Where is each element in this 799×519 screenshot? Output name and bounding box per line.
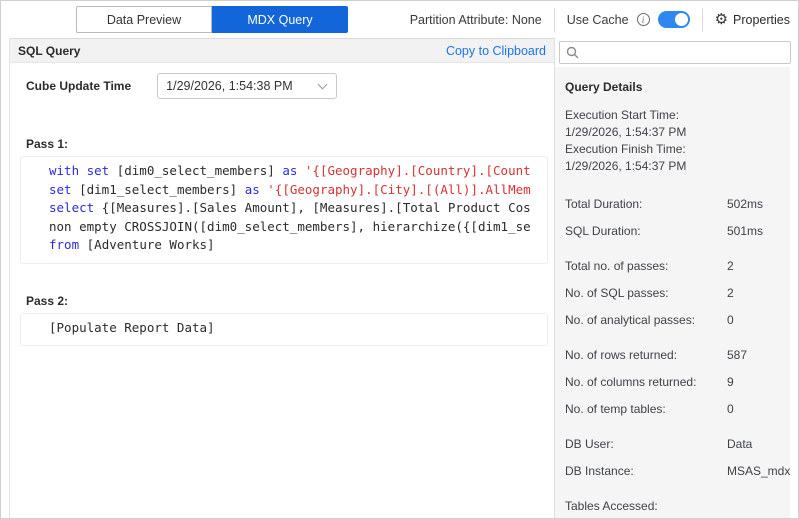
detail-row: SQL Duration:501ms — [565, 223, 780, 240]
detail-group: Total Duration:502msSQL Duration:501ms — [565, 196, 780, 240]
detail-group: No. of rows returned:587No. of columns r… — [565, 347, 780, 418]
search-input[interactable] — [584, 46, 784, 60]
detail-value: 2 — [727, 258, 780, 275]
execution-times: Execution Start Time:1/29/2026, 1:54:37 … — [565, 107, 780, 175]
detail-label: No. of SQL passes: — [565, 285, 727, 302]
detail-row: No. of temp tables:0 — [565, 401, 780, 418]
divider — [702, 8, 703, 32]
query-content: Cube Update Time 1/29/2026, 1:54:38 PM P… — [10, 63, 554, 518]
properties-label: Properties — [733, 13, 790, 27]
cube-update-time-label: Cube Update Time — [26, 79, 131, 93]
detail-row: Total Duration:502ms — [565, 196, 780, 213]
search-strip — [555, 38, 798, 67]
view-tabs: Data Preview MDX Query — [76, 6, 348, 33]
partition-attribute-label: Partition Attribute: None — [410, 13, 542, 27]
detail-row: DB Instance:MSAS_mdx — [565, 463, 780, 480]
detail-group: Tables Accessed: — [565, 498, 780, 515]
use-cache-toggle[interactable] — [658, 11, 690, 28]
exec-time-line: 1/29/2026, 1:54:37 PM — [565, 124, 780, 141]
use-cache-label: Use Cache — [567, 13, 629, 27]
detail-row: DB User:Data — [565, 436, 780, 453]
query-details-panel: Query Details Execution Start Time:1/29/… — [555, 67, 790, 518]
code-line: from [Adventure Works] — [49, 236, 547, 255]
tab-mdx-query[interactable]: MDX Query — [212, 6, 348, 33]
detail-value: 9 — [727, 374, 780, 391]
detail-groups: Total Duration:502msSQL Duration:501msTo… — [565, 196, 780, 515]
detail-value — [727, 498, 780, 515]
detail-value: Data — [727, 436, 780, 453]
sql-query-bar: SQL Query Copy to Clipboard — [10, 38, 554, 63]
code-line: select {[Measures].[Sales Amount], [Meas… — [49, 199, 547, 218]
cube-update-row: Cube Update Time 1/29/2026, 1:54:38 PM — [26, 73, 554, 99]
search-icon — [566, 46, 579, 59]
detail-label: DB User: — [565, 436, 727, 453]
top-bar: Data Preview MDX Query Partition Attribu… — [1, 1, 798, 38]
pass1-label: Pass 1: — [26, 137, 554, 151]
detail-row: No. of rows returned:587 — [565, 347, 780, 364]
detail-label: Total Duration: — [565, 196, 727, 213]
copy-to-clipboard-link[interactable]: Copy to Clipboard — [446, 44, 546, 58]
pass1-code-block: with set [dim0_select_members] as '{[Geo… — [20, 156, 548, 264]
detail-value: 0 — [727, 312, 780, 329]
detail-value: 502ms — [727, 196, 780, 213]
detail-label: No. of rows returned: — [565, 347, 727, 364]
detail-label: Total no. of passes: — [565, 258, 727, 275]
code-line: [Populate Report Data] — [49, 319, 547, 338]
detail-row: Total no. of passes:2 — [565, 258, 780, 275]
detail-label: Tables Accessed: — [565, 498, 727, 515]
main-area: SQL Query Copy to Clipboard Cube Update … — [1, 38, 798, 518]
info-icon[interactable]: i — [637, 13, 650, 26]
sql-query-title: SQL Query — [18, 44, 80, 58]
query-column: SQL Query Copy to Clipboard Cube Update … — [9, 38, 554, 518]
detail-label: No. of temp tables: — [565, 401, 727, 418]
use-cache-control: Use Cache i — [567, 11, 690, 28]
chevron-down-icon — [318, 80, 328, 90]
detail-label: No. of analytical passes: — [565, 312, 727, 329]
detail-value: 0 — [727, 401, 780, 418]
cube-update-dropdown[interactable]: 1/29/2026, 1:54:38 PM — [157, 73, 337, 99]
code-line: with set [dim0_select_members] as '{[Geo… — [49, 162, 547, 181]
gear-icon: ⚙ — [715, 12, 728, 27]
exec-time-line: Execution Start Time: — [565, 107, 780, 124]
pass2-code-block: [Populate Report Data] — [20, 313, 548, 347]
details-column: Query Details Execution Start Time:1/29/… — [554, 38, 798, 518]
detail-value: 2 — [727, 285, 780, 302]
exec-time-line: Execution Finish Time: — [565, 141, 780, 158]
detail-value: 501ms — [727, 223, 780, 240]
detail-label: DB Instance: — [565, 463, 727, 480]
detail-value: 587 — [727, 347, 780, 364]
code-line: non empty CROSSJOIN([dim0_select_members… — [49, 218, 547, 237]
toggle-knob — [675, 13, 688, 26]
detail-group: DB User:Data DB Instance:MSAS_mdx — [565, 436, 780, 480]
pass2-label: Pass 2: — [26, 294, 554, 308]
divider — [554, 8, 555, 32]
detail-group: Total no. of passes:2No. of SQL passes:2… — [565, 258, 780, 329]
detail-row: No. of analytical passes:0 — [565, 312, 780, 329]
detail-label: SQL Duration: — [565, 223, 727, 240]
query-details-title: Query Details — [565, 80, 780, 94]
code-line: set [dim1_select_members] as '{[Geograph… — [49, 181, 547, 200]
detail-row: No. of SQL passes:2 — [565, 285, 780, 302]
detail-row: Tables Accessed: — [565, 498, 780, 515]
app-window: Data Preview MDX Query Partition Attribu… — [0, 0, 799, 519]
exec-time-line: 1/29/2026, 1:54:37 PM — [565, 158, 780, 175]
detail-row: No. of columns returned:9 — [565, 374, 780, 391]
tab-data-preview[interactable]: Data Preview — [76, 6, 212, 33]
topbar-right: Partition Attribute: None Use Cache i ⚙ … — [410, 8, 790, 32]
cube-update-value: 1/29/2026, 1:54:38 PM — [166, 79, 315, 93]
properties-button[interactable]: ⚙ Properties — [715, 12, 790, 27]
detail-value: MSAS_mdx — [727, 463, 790, 480]
search-box — [559, 41, 791, 64]
detail-label: No. of columns returned: — [565, 374, 727, 391]
